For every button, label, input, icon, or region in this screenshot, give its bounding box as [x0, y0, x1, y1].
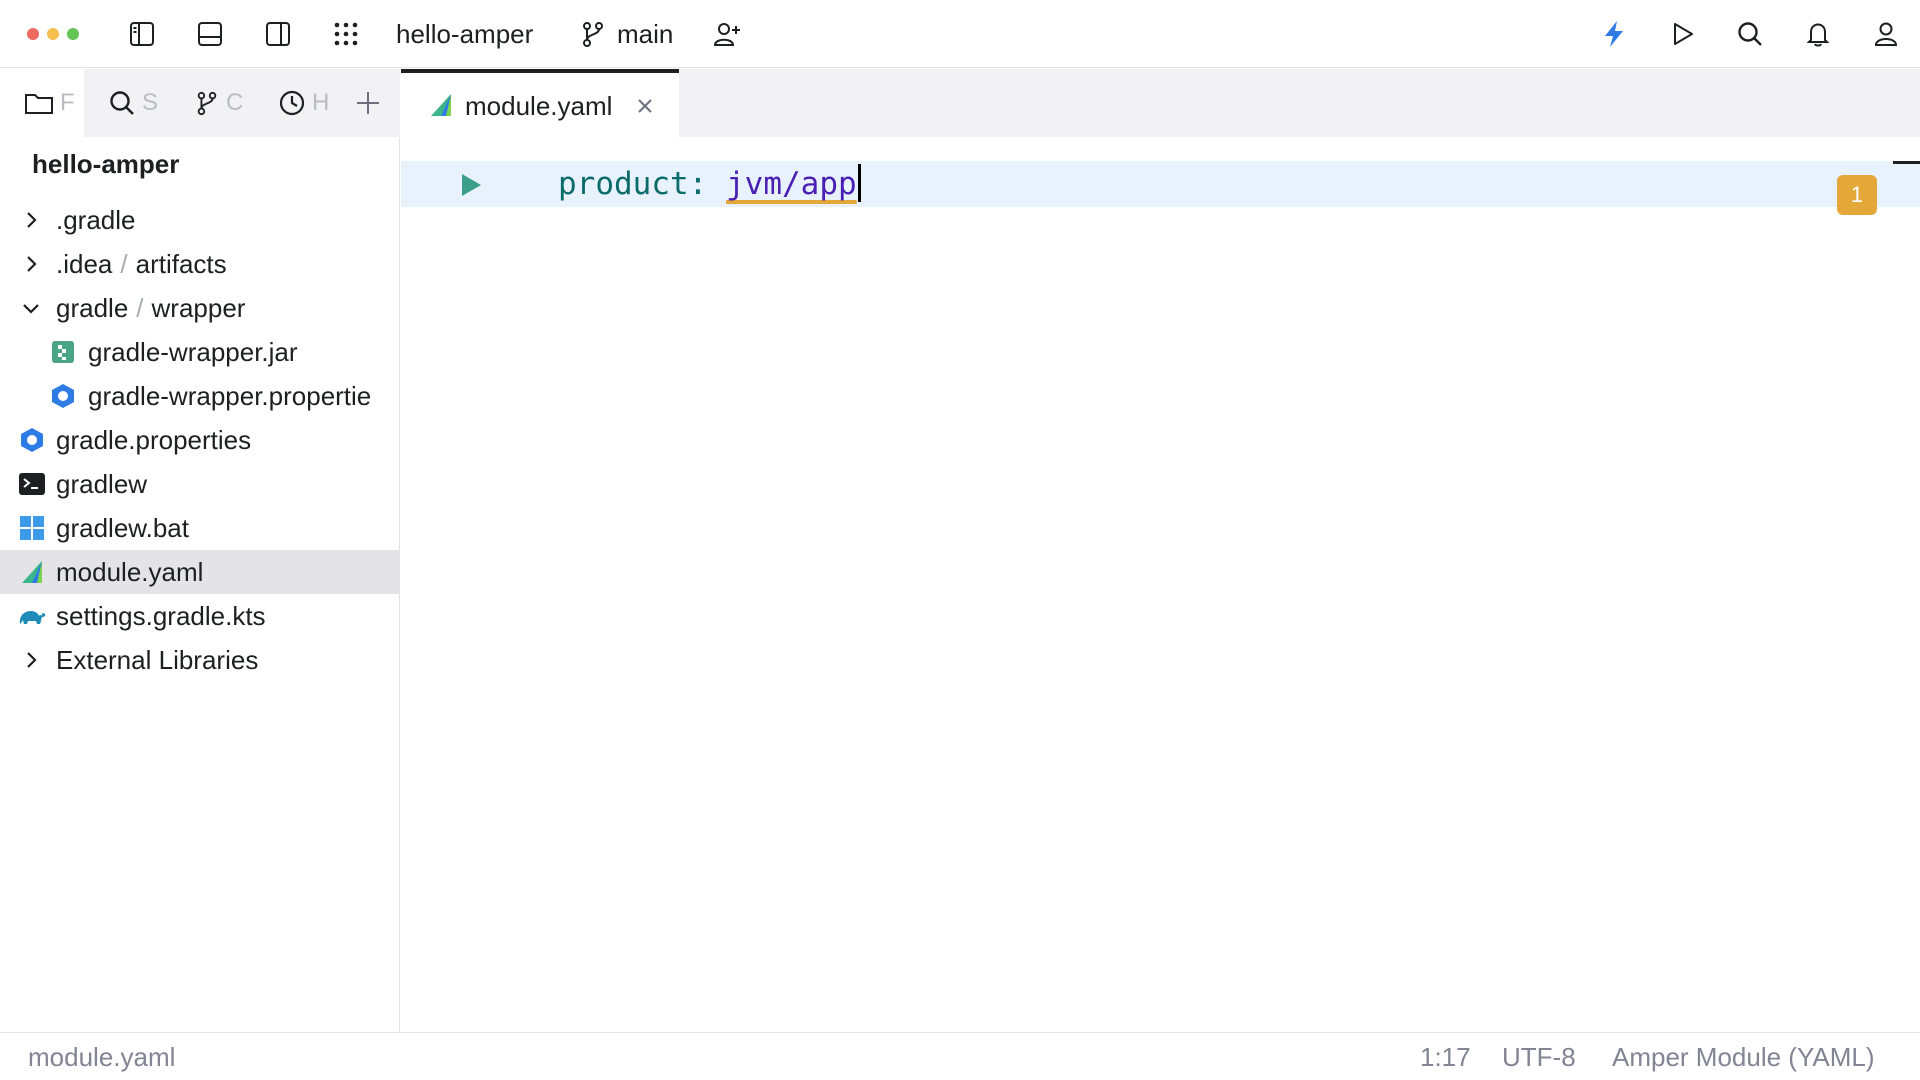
editor-tab-bar: module.yaml [401, 69, 1920, 137]
code-text[interactable]: product: jvm/app [558, 164, 861, 204]
text-caret [857, 164, 861, 202]
maximize-window-button[interactable] [67, 28, 79, 40]
clock-icon [279, 90, 305, 116]
tree-item-label: .gradle [56, 204, 136, 235]
tab-search[interactable]: S [84, 69, 170, 137]
amper-icon [19, 559, 45, 585]
minimize-window-button[interactable] [47, 28, 59, 40]
tree-item-gradlew[interactable]: gradlew [0, 462, 399, 506]
warning-count-badge[interactable]: 1 [1837, 175, 1877, 215]
tab-project-label: F [60, 89, 75, 116]
tree-item-label: .idea / artifacts [56, 249, 227, 280]
tree-item-label: gradlew [56, 468, 148, 499]
editor-tab-module-yaml[interactable]: module.yaml [401, 69, 679, 137]
project-root-title: hello-amper [32, 149, 180, 179]
tree-item-gradle-wrapper[interactable]: gradle / wrapper [0, 286, 399, 330]
git-branch-icon [197, 91, 217, 116]
close-icon[interactable] [634, 95, 656, 117]
ide-window: hello-amper main F S C H hello-amper .gr… [0, 0, 1920, 1080]
main-toolbar: hello-amper main [0, 0, 1920, 68]
run-gutter-icon[interactable] [459, 172, 483, 203]
tree-item-label: gradle-wrapper.jar [88, 336, 298, 367]
yaml-colon: : [688, 166, 708, 202]
gradle-elephant-icon [17, 603, 47, 629]
lightning-icon[interactable] [1594, 14, 1634, 54]
tab-history-label: H [312, 89, 330, 116]
editor-area: module.yaml product: jvm/app 1 [401, 69, 1920, 1032]
folder-icon [25, 94, 53, 114]
status-file-name[interactable]: module.yaml [28, 1042, 175, 1073]
chevron-down-icon[interactable] [21, 298, 41, 318]
chevron-right-icon[interactable] [21, 254, 41, 274]
project-selector[interactable]: hello-amper [396, 18, 533, 50]
yaml-value: jvm/app [726, 166, 857, 202]
tree-item-label: gradlew.bat [56, 512, 189, 543]
editor-tab-label: module.yaml [465, 91, 613, 121]
tree-item-gradle-dir[interactable]: .gradle [0, 198, 399, 242]
bell-icon[interactable] [1798, 14, 1838, 54]
left-panel-icon[interactable] [122, 14, 162, 54]
close-window-button[interactable] [27, 28, 39, 40]
tree-item-gradle-wrapper-properties[interactable]: gradle-wrapper.propertie [0, 374, 399, 418]
tab-history[interactable]: H [254, 69, 338, 137]
tab-project[interactable]: F [0, 69, 84, 137]
tool-window-tabs: F S C H [0, 69, 400, 137]
tree-item-label: gradle-wrapper.propertie [88, 380, 372, 411]
chevron-right-icon[interactable] [21, 210, 41, 230]
status-encoding[interactable]: UTF-8 [1502, 1042, 1576, 1073]
bottom-panel-icon[interactable] [190, 14, 230, 54]
scrollbar-marker[interactable] [1893, 161, 1920, 164]
tree-item-label: gradle / wrapper [56, 293, 245, 324]
apps-grid-icon[interactable] [326, 14, 366, 54]
tree-item-gradle-properties[interactable]: gradle.properties [0, 418, 399, 462]
chevron-right-icon[interactable] [21, 650, 41, 670]
tab-commit-label: C [226, 89, 244, 116]
tree-item-label: settings.gradle.kts [56, 600, 266, 631]
tab-search-label: S [142, 89, 159, 116]
tree-item-module-yaml[interactable]: module.yaml [0, 550, 399, 594]
tree-item-idea-artifacts[interactable]: .idea / artifacts [0, 242, 399, 286]
tree-item-settings-gradle-kts[interactable]: settings.gradle.kts [0, 594, 399, 638]
profile-icon[interactable] [1866, 14, 1906, 54]
git-branch-icon [573, 14, 613, 54]
branch-selector[interactable]: main [617, 18, 673, 50]
tree-item-gradle-wrapper-jar[interactable]: gradle-wrapper.jar [0, 330, 399, 374]
status-file-type[interactable]: Amper Module (YAML) [1612, 1042, 1875, 1073]
tree-item-gradlew-bat[interactable]: gradlew.bat [0, 506, 399, 550]
status-caret-position[interactable]: 1:17 [1420, 1042, 1471, 1073]
tree-item-external-libraries[interactable]: External Libraries [0, 638, 399, 682]
add-user-icon[interactable] [707, 14, 747, 54]
run-icon[interactable] [1662, 14, 1702, 54]
windows-icon [19, 515, 45, 541]
add-tab-button[interactable] [338, 69, 400, 137]
tree-item-label: gradle.properties [56, 424, 252, 455]
tab-commit[interactable]: C [170, 69, 254, 137]
jar-icon [50, 339, 76, 365]
tree-item-label-part2: wrapper [151, 292, 246, 323]
tree-item-label: External Libraries [56, 644, 259, 675]
path-separator: / [136, 292, 144, 323]
code-line-1[interactable]: product: jvm/app [401, 161, 1920, 207]
tree-item-label-part2: artifacts [135, 248, 227, 279]
amper-icon [429, 93, 453, 122]
search-icon [110, 91, 134, 115]
tree-item-label-part1: .idea [56, 248, 113, 279]
project-tool-window: F S C H hello-amper .gradle .idea / arti… [0, 69, 400, 1032]
properties-icon [50, 383, 76, 409]
tree-item-label: module.yaml [56, 556, 204, 587]
properties-icon [19, 427, 45, 453]
path-separator: / [120, 248, 128, 279]
right-panel-icon[interactable] [258, 14, 298, 54]
terminal-icon [19, 471, 45, 497]
plus-icon [357, 92, 379, 114]
status-bar: module.yaml 1:17 UTF-8 Amper Module (YAM… [0, 1032, 1920, 1080]
tree-item-label-part1: gradle [56, 292, 129, 323]
search-icon[interactable] [1730, 14, 1770, 54]
yaml-key: product [558, 166, 689, 202]
